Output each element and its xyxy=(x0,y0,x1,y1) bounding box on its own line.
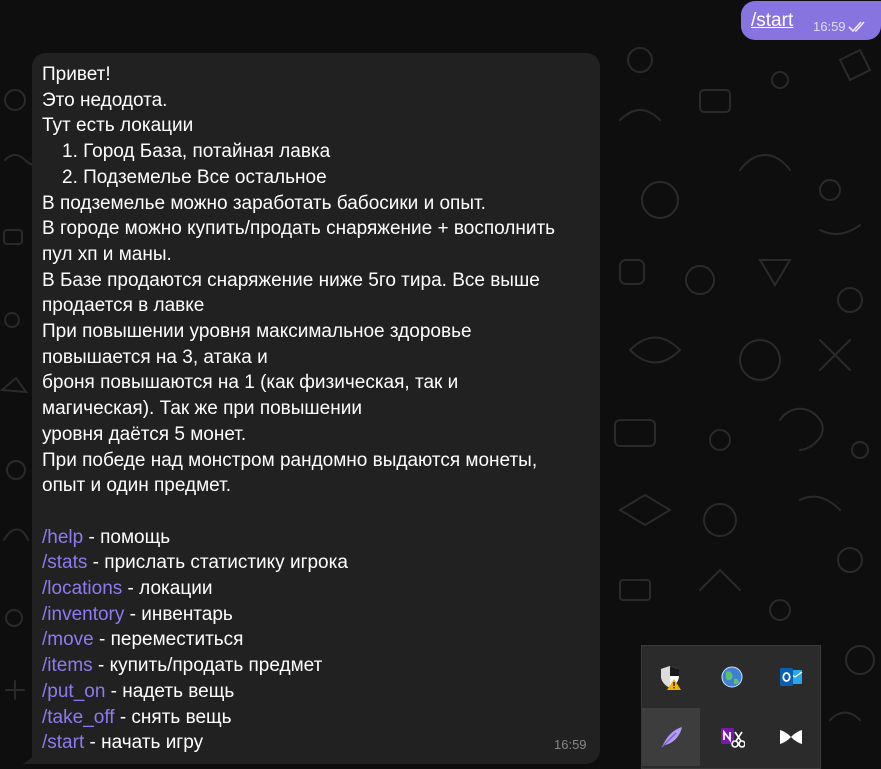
command-description: - помощь xyxy=(83,526,171,548)
command-row: /inventory - инвентарь xyxy=(42,602,594,628)
message-line: Это недодота. xyxy=(42,89,168,111)
location-item: 2. Подземелье Все остальное xyxy=(62,166,327,188)
command-link-inventory[interactable]: /inventory xyxy=(42,604,124,625)
command-link-items[interactable]: /items xyxy=(42,655,93,676)
incoming-message: Привет! Это недодота. Тут есть локации 1… xyxy=(32,53,600,764)
feather-app-icon xyxy=(661,727,682,748)
message-line: опыт и один предмет. xyxy=(42,475,231,497)
message-line: продается в лавке xyxy=(42,295,205,317)
message-line: В городе можно купить/продать снаряжение… xyxy=(42,218,556,240)
message-line: пул хп и маны. xyxy=(42,243,172,265)
message-line: В Базе продаются снаряжение ниже 5го тир… xyxy=(42,269,540,291)
command-link-move[interactable]: /move xyxy=(42,629,94,650)
message-meta: 16:59 xyxy=(813,19,868,34)
tray-item-onenote-clipper[interactable] xyxy=(703,708,761,766)
tray-item-security[interactable] xyxy=(642,648,700,706)
command-description: - купить/продать предмет xyxy=(92,655,323,677)
command-link-stats[interactable]: /stats xyxy=(42,552,87,573)
command-description: - начать игру xyxy=(84,732,204,754)
command-description: - снять вещь xyxy=(114,706,232,728)
location-item: 1. Город База, потайная лавка xyxy=(62,141,331,163)
command-row: /stats - прислать статистику игрока xyxy=(42,550,594,576)
command-row: /items - купить/продать предмет xyxy=(42,653,594,679)
message-line: уровня даётся 5 монет. xyxy=(42,423,247,445)
tray-item-outlook[interactable] xyxy=(762,648,820,706)
tray-item-globe[interactable] xyxy=(703,648,761,706)
command-description: - переместиться xyxy=(93,629,244,651)
command-description: - прислать статистику игрока xyxy=(87,552,348,574)
command-description: - надеть вещь xyxy=(105,680,235,702)
outgoing-command-link[interactable]: /start xyxy=(751,10,793,32)
onenote-clipper-icon xyxy=(721,728,745,748)
command-row: /locations - локации xyxy=(42,576,594,602)
command-link-put-on[interactable]: /put_on xyxy=(42,681,105,702)
globe-app-icon xyxy=(721,666,743,688)
command-link-help[interactable]: /help xyxy=(42,527,83,548)
message-line: При повышении уровня максимальное здоров… xyxy=(42,321,472,343)
command-link-start[interactable]: /start xyxy=(42,732,84,753)
message-time: 16:59 xyxy=(813,19,846,34)
command-link-take-off[interactable]: /take_off xyxy=(42,707,115,728)
message-line: При победе над монстром рандомно выдаютс… xyxy=(42,449,538,471)
security-warning-icon xyxy=(661,666,681,690)
message-line: Привет! xyxy=(42,64,111,85)
message-line: В подземелье можно заработать бабосики и… xyxy=(42,192,486,214)
double-check-icon xyxy=(847,20,865,32)
system-tray-overflow xyxy=(641,645,821,769)
command-row: /take_off - снять вещь xyxy=(42,705,594,731)
command-description: - инвентарь xyxy=(124,603,233,625)
bow-tie-app-icon xyxy=(780,730,802,744)
message-line: повышается на 3, атака и xyxy=(42,346,268,368)
message-line: Тут есть локации xyxy=(42,115,194,137)
command-row: /put_on - надеть вещь xyxy=(42,679,594,705)
outgoing-message: /start 16:59 xyxy=(741,1,881,40)
command-row: /help - помощь xyxy=(42,525,594,551)
tray-item-feather[interactable] xyxy=(642,708,700,766)
command-link-locations[interactable]: /locations xyxy=(42,578,122,599)
message-line: магическая). Так же при повышении xyxy=(42,398,362,420)
message-time: 16:59 xyxy=(554,737,587,752)
message-line: броня повышаются на 1 (как физическая, т… xyxy=(42,372,459,394)
outlook-icon xyxy=(780,668,803,686)
command-description: - локации xyxy=(122,578,213,600)
command-row: /move - переместиться xyxy=(42,627,594,653)
command-row: /start - начать игру xyxy=(42,730,594,756)
message-body: Привет! Это недодота. Тут есть локации 1… xyxy=(42,62,594,756)
tray-item-bow-tie[interactable] xyxy=(762,708,820,766)
